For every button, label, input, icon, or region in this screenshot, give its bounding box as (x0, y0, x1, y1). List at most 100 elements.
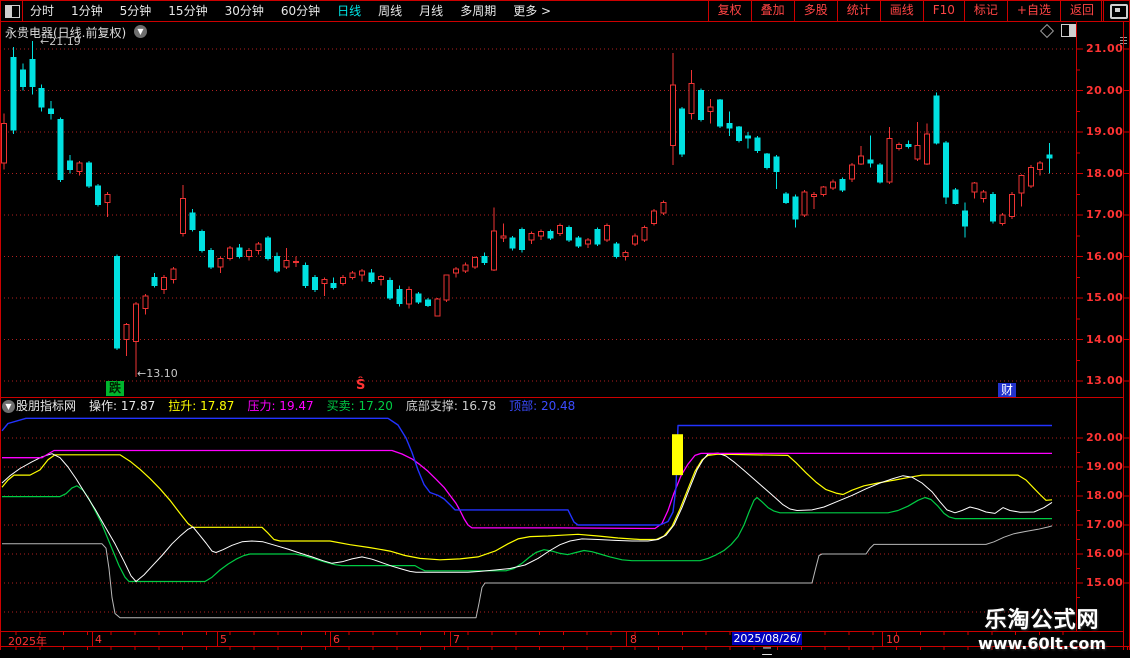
operate-line (2, 453, 1052, 581)
candle-body-87 (821, 187, 826, 194)
top-line (2, 418, 1052, 525)
wealth-badge: 财 (998, 383, 1016, 397)
candle-body-67 (633, 236, 638, 244)
indicator-field-1: 拉升: 17.87 (168, 399, 234, 414)
candle-body-0 (2, 124, 7, 163)
candle-body-38 (359, 271, 364, 275)
candle-body-23 (218, 259, 223, 267)
candle-body-42 (397, 290, 402, 304)
candle-body-65 (614, 244, 619, 256)
candle-body-102 (962, 211, 967, 226)
candle-body-77 (727, 124, 732, 128)
candle-body-106 (1000, 215, 1005, 223)
candle-body-79 (746, 136, 751, 138)
candle-body-71 (670, 85, 675, 145)
candle-body-3 (30, 59, 35, 86)
indicator-source[interactable]: 股朋指标网 (16, 399, 76, 414)
candle-body-62 (586, 240, 591, 244)
candle-body-73 (689, 83, 694, 113)
title-chevron-down-icon[interactable]: ▼ (134, 25, 147, 38)
candle-body-109 (1028, 167, 1033, 186)
candle-body-51 (482, 257, 487, 263)
candle-body-21 (199, 232, 204, 251)
candle-body-60 (567, 227, 572, 239)
indicator-chevron-down-icon[interactable]: ▼ (2, 400, 15, 413)
candle-body-64 (604, 225, 609, 240)
signal-bar (672, 434, 683, 475)
candle-body-80 (755, 138, 760, 150)
candle-body-111 (1047, 155, 1052, 158)
candle-body-1 (11, 57, 16, 130)
candle-body-8 (77, 163, 82, 171)
candle-body-43 (407, 290, 412, 305)
candle-body-72 (680, 109, 685, 154)
candle-body-10 (96, 186, 101, 205)
candle-body-5 (49, 109, 54, 113)
candle-body-97 (915, 145, 920, 159)
candle-body-25 (237, 248, 242, 256)
candle-body-52 (491, 231, 496, 270)
candle-body-74 (699, 91, 704, 120)
candle-body-14 (133, 304, 138, 341)
candle-body-98 (925, 134, 930, 164)
candle-body-90 (849, 165, 854, 179)
candle-body-95 (896, 144, 901, 148)
candle-body-84 (793, 197, 798, 219)
candle-body-89 (840, 180, 845, 190)
bottom-support-line (2, 526, 1052, 618)
candle-body-101 (953, 190, 958, 203)
candle-body-30 (284, 261, 289, 267)
watermark-site-url: www.60lt.com (978, 634, 1106, 653)
candle-body-108 (1019, 176, 1024, 193)
candle-body-70 (661, 203, 666, 213)
watermark-site-name: 乐淘公式网 (978, 602, 1106, 634)
diamond-icon[interactable] (1042, 26, 1052, 36)
indicator-field-0: 操作: 17.87 (89, 399, 155, 414)
candle-body-18 (171, 269, 176, 279)
high-price-annotation: ←21.19 (40, 35, 81, 48)
candle-body-48 (454, 269, 459, 273)
indicator-header: 股朋指标网 操作: 17.87拉升: 17.87压力: 19.47买卖: 17.… (16, 399, 575, 414)
candle-body-4 (39, 88, 44, 107)
candle-body-22 (209, 250, 214, 267)
selected-date-label[interactable]: 2025/08/26/二 (732, 632, 802, 645)
candle-body-19 (180, 198, 185, 233)
fall-badge: 跌 (106, 381, 124, 396)
candle-body-66 (623, 252, 628, 256)
candle-body-55 (520, 230, 525, 250)
candle-body-34 (322, 279, 327, 283)
candle-body-15 (143, 296, 148, 308)
buy-sell-line (2, 486, 1052, 582)
candle-body-58 (548, 232, 553, 238)
candle-body-26 (246, 250, 251, 256)
low-price-annotation: ←13.10 (137, 367, 178, 380)
indicator-field-5: 顶部: 20.48 (509, 399, 575, 414)
candle-body-88 (830, 182, 835, 188)
watermark: 乐淘公式网 www.60lt.com (978, 602, 1106, 653)
candle-body-78 (736, 127, 741, 140)
chart-canvas[interactable] (0, 0, 1130, 650)
candle-body-20 (190, 213, 195, 230)
candle-body-93 (878, 165, 883, 182)
candle-body-16 (152, 277, 157, 285)
candle-body-105 (991, 194, 996, 221)
candle-body-96 (906, 144, 911, 146)
candle-body-53 (501, 236, 506, 238)
candle-body-57 (538, 232, 543, 236)
candle-body-36 (341, 277, 346, 283)
split-view-icon[interactable] (1061, 24, 1076, 37)
candle-body-32 (303, 266, 308, 286)
candle-body-12 (115, 257, 120, 348)
candle-body-44 (416, 294, 421, 302)
candle-body-110 (1038, 163, 1043, 169)
candle-body-2 (20, 70, 25, 87)
indicator-field-3: 买卖: 17.20 (327, 399, 393, 414)
candle-body-103 (972, 183, 977, 192)
candle-body-50 (473, 257, 478, 267)
candle-body-92 (868, 160, 873, 163)
candle-body-28 (265, 238, 270, 259)
candle-body-63 (595, 230, 600, 245)
candle-body-35 (331, 283, 336, 287)
candle-body-47 (444, 275, 449, 300)
candle-body-94 (887, 139, 892, 182)
